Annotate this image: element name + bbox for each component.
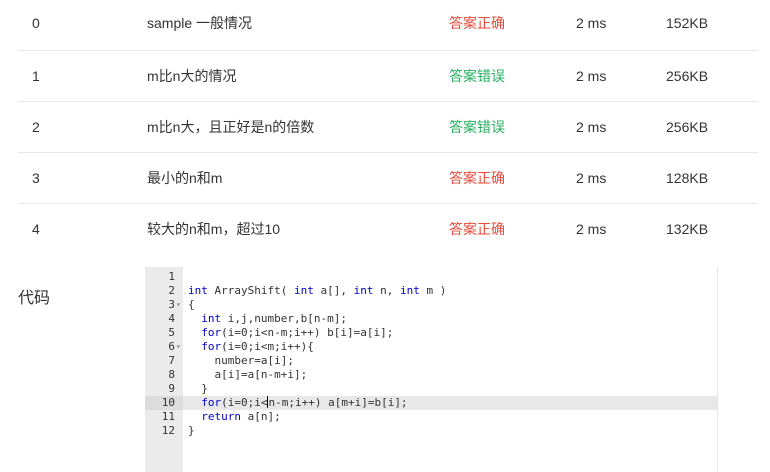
code-line[interactable]: 6 ▾ for(i=0;i<m;i++){ bbox=[145, 340, 717, 354]
code-line[interactable]: 8 a[i]=a[n-m+i]; bbox=[145, 368, 717, 382]
test-case-memory: 256KB bbox=[666, 68, 709, 84]
code-line[interactable]: 2 int ArrayShift( int a[], int n, int m ) bbox=[145, 284, 717, 298]
code-text: for(i=0;i<n-m;i++) a[m+i]=b[i]; bbox=[201, 396, 408, 409]
code-section-label: 代码 bbox=[18, 290, 51, 307]
test-case-status: 答案错误 bbox=[449, 68, 505, 84]
test-case-time: 2 ms bbox=[576, 170, 607, 186]
code-text: return a[n]; bbox=[201, 410, 281, 423]
test-case-id: 0 bbox=[32, 15, 40, 31]
code-line[interactable]: 9 } bbox=[145, 382, 717, 396]
code-text: } bbox=[188, 382, 208, 395]
test-case-status: 答案正确 bbox=[449, 15, 505, 31]
line-number: 1 bbox=[168, 270, 175, 283]
test-case-id: 4 bbox=[32, 221, 40, 237]
code-line[interactable]: 4 int i,j,number,b[n-m]; bbox=[145, 312, 717, 326]
test-case-status: 答案错误 bbox=[449, 119, 505, 135]
text-cursor bbox=[267, 396, 269, 408]
result-row: 0 sample 一般情况 答案正确 2 ms 152KB bbox=[18, 0, 758, 51]
test-case-time: 2 ms bbox=[576, 68, 607, 84]
test-case-description: sample 一般情况 bbox=[147, 15, 253, 31]
test-case-id: 2 bbox=[32, 119, 40, 135]
test-case-memory: 256KB bbox=[666, 119, 709, 135]
code-text: for(i=0;i<m;i++){ bbox=[201, 340, 314, 353]
test-case-id: 3 bbox=[32, 170, 40, 186]
code-line[interactable]: 11 return a[n]; bbox=[145, 410, 717, 424]
code-text: } bbox=[188, 424, 195, 437]
test-case-description: m比n大，且正好是n的倍数 bbox=[147, 119, 315, 135]
test-case-time: 2 ms bbox=[576, 119, 607, 135]
line-number: 11 bbox=[161, 410, 175, 423]
code-editor[interactable]: 1 2 int ArrayShift( int a[], int n, int m … bbox=[145, 267, 718, 472]
line-number: 8 bbox=[168, 368, 175, 381]
test-case-memory: 128KB bbox=[666, 170, 709, 186]
test-case-description: 最小的n和m bbox=[147, 170, 223, 186]
code-text: int ArrayShift( int a[], int n, int m ) bbox=[188, 284, 447, 297]
test-case-memory: 152KB bbox=[666, 15, 709, 31]
result-row: 4 较大的n和m，超过10 答案正确 2 ms 132KB bbox=[18, 204, 758, 254]
code-line[interactable]: 1 bbox=[145, 270, 717, 284]
code-text: int i,j,number,b[n-m]; bbox=[201, 312, 347, 325]
line-number: 9 bbox=[168, 382, 175, 395]
code-line[interactable]: 5 for(i=0;i<n-m;i++) b[i]=a[i]; bbox=[145, 326, 717, 340]
result-row: 2 m比n大，且正好是n的倍数 答案错误 2 ms 256KB bbox=[18, 102, 758, 153]
result-row: 1 m比n大的情况 答案错误 2 ms 256KB bbox=[18, 51, 758, 102]
code-line[interactable]: 10 for(i=0;i<n-m;i++) a[m+i]=b[i]; bbox=[145, 396, 717, 410]
test-case-status: 答案正确 bbox=[449, 170, 505, 186]
code-text: number=a[i]; bbox=[188, 354, 294, 367]
code-text: a[i]=a[n-m+i]; bbox=[188, 368, 308, 381]
test-case-time: 2 ms bbox=[576, 15, 607, 31]
line-number: 10 bbox=[145, 396, 183, 410]
code-line[interactable]: 12} bbox=[145, 424, 717, 438]
line-number: 2 bbox=[168, 284, 175, 297]
code-text: for(i=0;i<n-m;i++) b[i]=a[i]; bbox=[201, 326, 394, 339]
line-number: 7 bbox=[168, 354, 175, 367]
code-line[interactable]: 7 number=a[i]; bbox=[145, 354, 717, 368]
line-number: 12 bbox=[161, 424, 175, 437]
fold-triangle-icon[interactable]: ▾ bbox=[176, 340, 181, 354]
test-case-status: 答案正确 bbox=[449, 221, 505, 237]
code-line[interactable]: 3 ▾{ bbox=[145, 298, 717, 312]
code-text: { bbox=[188, 298, 195, 311]
test-case-description: m比n大的情况 bbox=[147, 68, 237, 84]
line-number: 5 bbox=[168, 326, 175, 339]
line-number: 4 bbox=[168, 312, 175, 325]
fold-triangle-icon[interactable]: ▾ bbox=[176, 298, 181, 312]
result-row: 3 最小的n和m 答案正确 2 ms 128KB bbox=[18, 153, 758, 204]
test-case-description: 较大的n和m，超过10 bbox=[147, 221, 281, 237]
test-case-memory: 132KB bbox=[666, 221, 709, 237]
test-results-table: 0 sample 一般情况 答案正确 2 ms 152KB 1 m比n大的情况 答案错误 2 m… bbox=[18, 0, 758, 254]
test-case-time: 2 ms bbox=[576, 221, 607, 237]
test-case-id: 1 bbox=[32, 68, 40, 84]
